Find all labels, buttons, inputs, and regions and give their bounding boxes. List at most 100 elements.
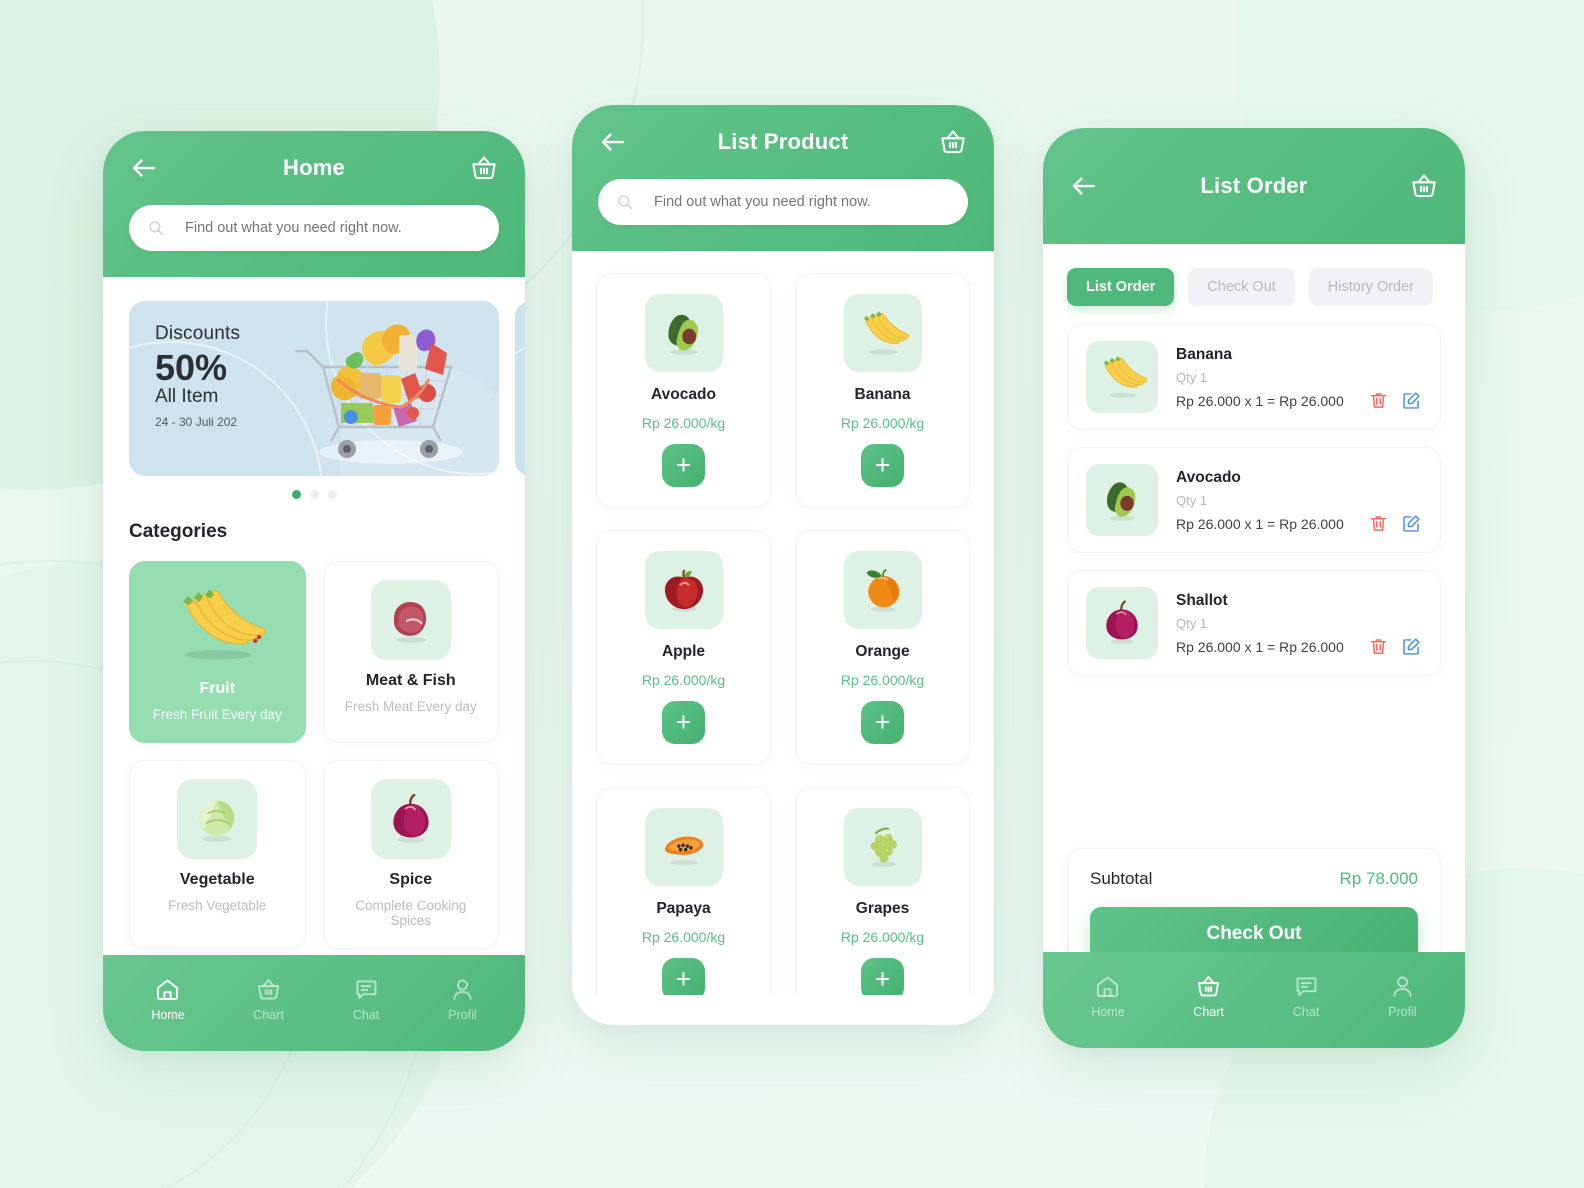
nav-label: Chart [1193, 1005, 1224, 1019]
meat-icon [370, 580, 451, 660]
grapes-icon [843, 808, 922, 886]
edit-icon[interactable] [1401, 513, 1422, 534]
tab-list-order[interactable]: List Order [1067, 268, 1175, 306]
nav-label: Chat [1292, 1005, 1320, 1019]
trash-icon[interactable] [1368, 636, 1389, 657]
carousel-dot[interactable] [327, 490, 337, 499]
promo-percent: 50% [155, 347, 228, 388]
nav-item-profil[interactable]: Profil [448, 976, 477, 1022]
order-header: List Order [1043, 128, 1465, 244]
order-item-calc: Rp 26.000 x 1 = Rp 26.000 [1176, 638, 1344, 655]
product-grid: Avocado Rp 26.000/kg + Banana Rp 26.000/… [596, 273, 970, 995]
order-row[interactable]: Avocado Qty 1 Rp 26.000 x 1 = Rp 26.000 [1067, 447, 1441, 553]
basket-icon[interactable] [938, 127, 968, 157]
search-bar[interactable] [598, 179, 968, 225]
page-title: Home [283, 155, 345, 180]
add-to-cart-button[interactable]: + [662, 958, 705, 995]
phone-screen-home: Home Discounts 50% All Item 24 - [103, 131, 525, 1051]
product-card[interactable]: Apple Rp 26.000/kg + [596, 530, 771, 765]
category-desc: Fresh Fruit Every day [152, 707, 282, 722]
product-price: Rp 26.000/kg [641, 415, 726, 431]
nav-item-home[interactable]: Home [151, 976, 185, 1022]
order-item-name: Shallot [1176, 591, 1228, 609]
product-price: Rp 26.000/kg [840, 672, 925, 688]
product-card[interactable]: Avocado Rp 26.000/kg + [596, 273, 771, 508]
order-item-name: Avocado [1176, 468, 1241, 486]
category-card-vegetable[interactable]: Vegetable Fresh Vegetable [129, 760, 306, 949]
banana-icon [843, 294, 922, 372]
nav-item-profil[interactable]: Profil [1388, 973, 1417, 1019]
nav-label: Profil [448, 1008, 477, 1022]
promo-banner-next[interactable] [515, 301, 525, 476]
add-to-cart-button[interactable]: + [861, 958, 904, 995]
order-item-qty: Qty 1 [1176, 492, 1208, 508]
carousel-dot[interactable] [309, 490, 319, 499]
add-to-cart-button[interactable]: + [861, 701, 904, 744]
categories-title: Categories [129, 521, 228, 542]
apple-icon [644, 551, 723, 629]
order-row[interactable]: Shallot Qty 1 Rp 26.000 x 1 = Rp 26.000 [1067, 570, 1441, 676]
category-card-fruit[interactable]: Fruit Fresh Fruit Every day [129, 561, 306, 743]
bottom-navigation-home: Home Chart Chat Profil [103, 955, 525, 1051]
order-tabs: List Order Check Out History Order [1067, 244, 1441, 324]
category-card-spice[interactable]: Spice Complete Cooking Spices [322, 760, 499, 949]
carousel-dot-active[interactable] [291, 490, 301, 499]
search-icon [616, 193, 634, 211]
search-bar[interactable] [129, 205, 499, 251]
product-name: Apple [661, 643, 706, 660]
banana-icon [163, 580, 271, 668]
page-title: List Order [1200, 173, 1308, 198]
search-input[interactable] [652, 193, 950, 211]
category-card-meat-fish[interactable]: Meat & Fish Fresh Meat Every day [322, 561, 499, 743]
nav-label: Home [1091, 1005, 1125, 1019]
tab-history-order[interactable]: History Order [1308, 268, 1434, 306]
arrow-left-icon[interactable] [1069, 171, 1099, 201]
order-item-calc: Rp 26.000 x 1 = Rp 26.000 [1176, 515, 1344, 532]
nav-item-chart[interactable]: Chart [253, 976, 284, 1022]
product-card[interactable]: Grapes Rp 26.000/kg + [795, 787, 970, 995]
order-item-qty: Qty 1 [1176, 615, 1208, 631]
order-row[interactable]: Banana Qty 1 Rp 26.000 x 1 = Rp 26.000 [1067, 324, 1441, 430]
promo-dates: 24 - 30 Juli 202 [155, 415, 238, 430]
add-to-cart-button[interactable]: + [662, 701, 705, 744]
category-name: Spice [389, 871, 433, 888]
edit-icon[interactable] [1401, 636, 1422, 657]
nav-item-home[interactable]: Home [1091, 973, 1125, 1019]
onion-icon [1086, 587, 1158, 659]
page-title: List Product [717, 129, 849, 154]
product-name: Orange [855, 643, 910, 660]
promo-carousel[interactable]: Discounts 50% All Item 24 - 30 Juli 202 [103, 301, 525, 476]
basket-icon[interactable] [469, 153, 499, 183]
arrow-left-icon[interactable] [129, 153, 159, 183]
product-card[interactable]: Banana Rp 26.000/kg + [795, 273, 970, 508]
carousel-dots[interactable] [103, 490, 525, 499]
cabbage-icon [177, 779, 258, 859]
product-card[interactable]: Papaya Rp 26.000/kg + [596, 787, 771, 995]
search-icon [147, 219, 165, 237]
product-header: List Product [572, 105, 994, 251]
nav-label: Chat [352, 1008, 380, 1022]
arrow-left-icon[interactable] [598, 127, 628, 157]
trash-icon[interactable] [1368, 513, 1389, 534]
product-name: Banana [854, 386, 911, 403]
nav-item-chat[interactable]: Chat [353, 976, 380, 1022]
bottom-navigation-order: Home Chart Chat Profil [1043, 952, 1465, 1048]
trash-icon[interactable] [1368, 390, 1389, 411]
product-name: Papaya [656, 900, 711, 917]
product-card[interactable]: Orange Rp 26.000/kg + [795, 530, 970, 765]
nav-item-chart[interactable]: Chart [1193, 973, 1224, 1019]
tab-check-out[interactable]: Check Out [1188, 268, 1295, 306]
search-input[interactable] [183, 219, 481, 237]
add-to-cart-button[interactable]: + [662, 444, 705, 487]
basket-icon[interactable] [1409, 171, 1439, 201]
promo-banner[interactable]: Discounts 50% All Item 24 - 30 Juli 202 [129, 301, 499, 476]
avocado-icon [1086, 464, 1158, 536]
edit-icon[interactable] [1401, 390, 1422, 411]
papaya-icon [644, 808, 723, 886]
subtotal-value: Rp 78.000 [1339, 869, 1418, 888]
shopping-cart-illustration [295, 324, 463, 464]
category-desc: Fresh Vegetable [168, 898, 267, 913]
nav-item-chat[interactable]: Chat [1293, 973, 1320, 1019]
subtotal-label: Subtotal [1090, 869, 1153, 888]
add-to-cart-button[interactable]: + [861, 444, 904, 487]
